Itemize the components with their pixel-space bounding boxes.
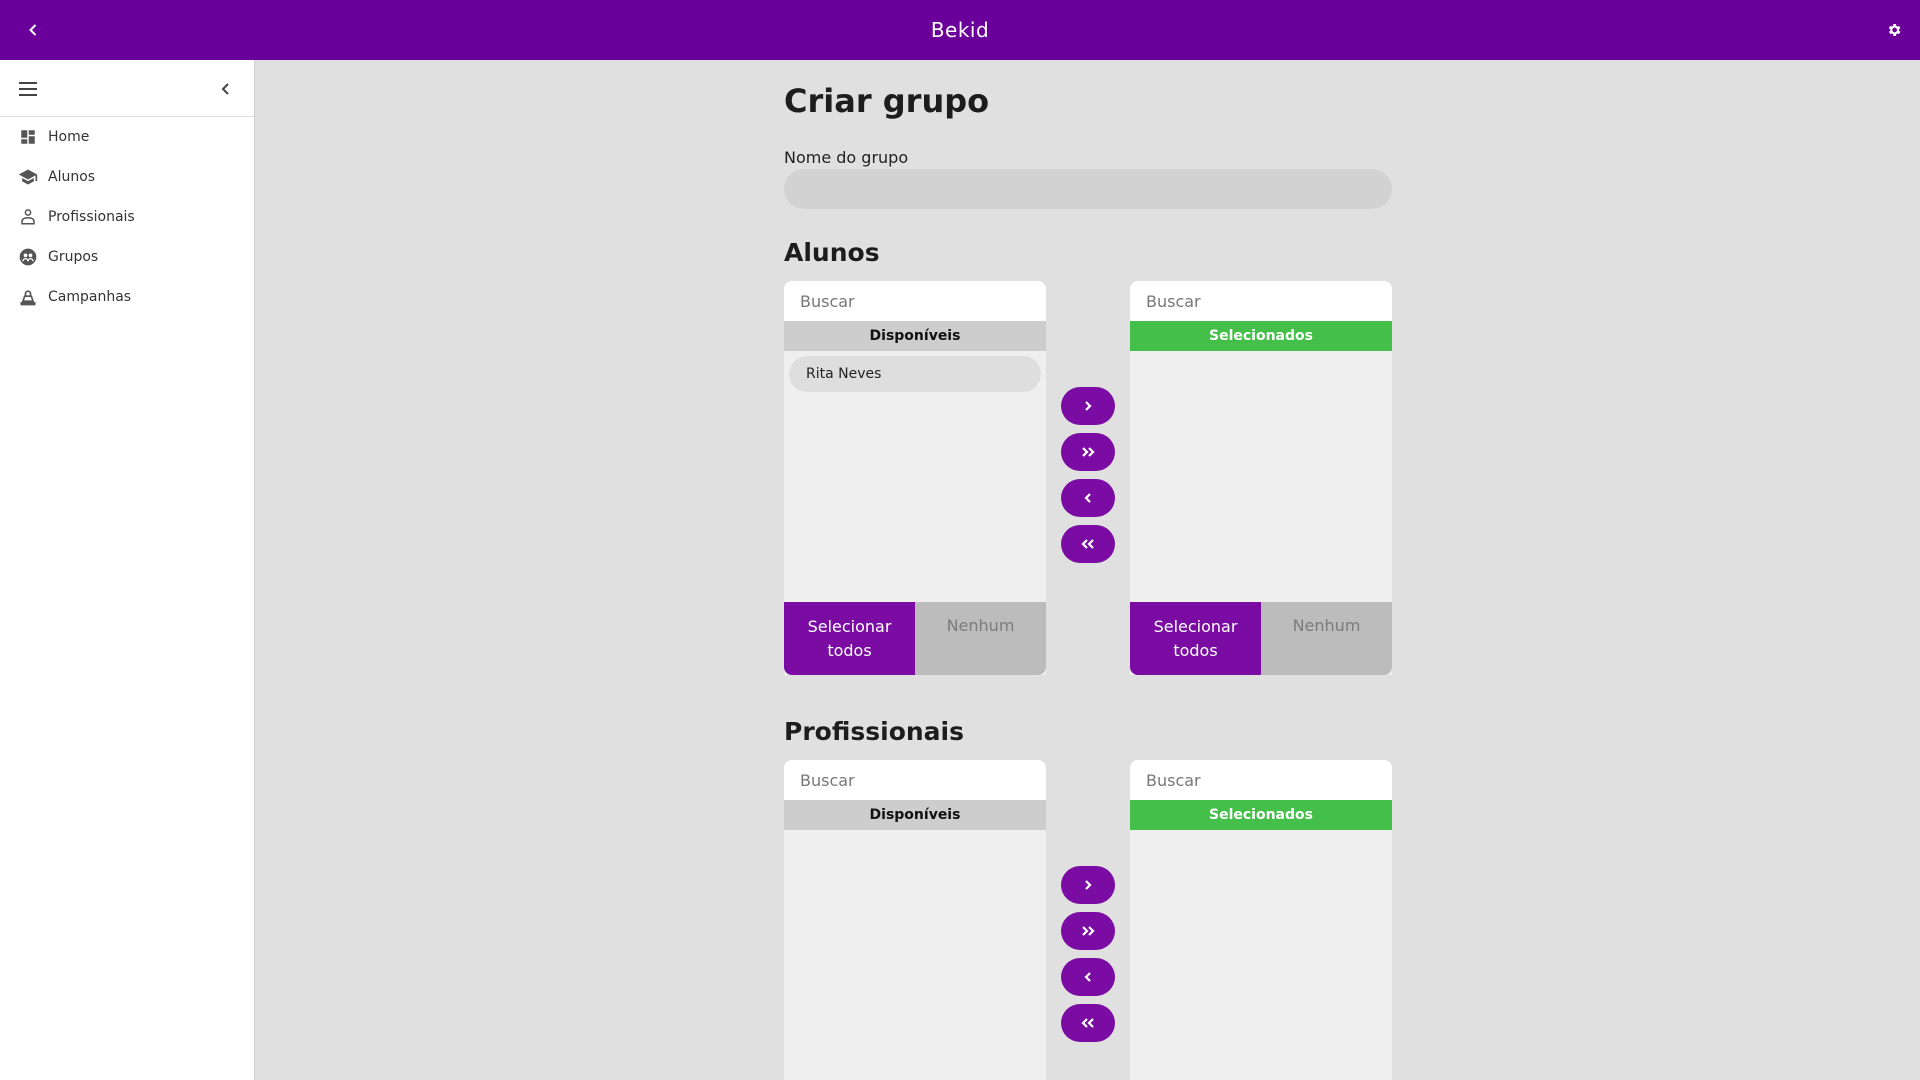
select-none-button[interactable]: Nenhum — [915, 602, 1046, 675]
campaign-icon — [18, 287, 38, 307]
list-footer: Selecionar todos Nenhum — [1130, 602, 1392, 675]
move-right-button[interactable] — [1061, 866, 1115, 904]
available-items — [784, 830, 1046, 840]
selected-items — [1130, 351, 1392, 361]
sidebar-item-label: Grupos — [48, 249, 99, 265]
available-items: Rita Neves — [784, 351, 1046, 397]
profissionais-selected-search-input[interactable] — [1130, 760, 1392, 800]
profissionais-available-search-input[interactable] — [784, 760, 1046, 800]
profissionais-selected-list: Selecionados — [1130, 760, 1392, 1080]
double-chevron-right-icon — [1082, 926, 1095, 936]
move-all-right-button[interactable] — [1061, 912, 1115, 950]
move-all-left-button[interactable] — [1061, 1004, 1115, 1042]
group-name-label: Nome do grupo — [784, 148, 909, 167]
move-right-button[interactable] — [1061, 387, 1115, 425]
available-header: Disponíveis — [784, 321, 1046, 351]
section-title-alunos: Alunos — [784, 238, 880, 267]
chevron-left-icon — [1084, 972, 1091, 982]
double-chevron-left-icon — [1081, 1018, 1094, 1028]
double-chevron-right-icon — [1082, 447, 1095, 457]
section-title-profissionais: Profissionais — [784, 717, 964, 746]
gear-icon[interactable] — [1882, 18, 1906, 42]
chevron-right-icon — [1085, 401, 1092, 411]
alunos-selected-list: Selecionados Selecionar todos Nenhum — [1130, 281, 1392, 675]
app-title: Bekid — [930, 18, 990, 42]
profissionais-available-list: Disponíveis — [784, 760, 1046, 1080]
back-icon[interactable] — [18, 15, 48, 45]
sidebar-header — [0, 60, 254, 117]
sidebar-item-label: Profissionais — [48, 209, 135, 225]
sidebar-item-label: Alunos — [48, 169, 96, 185]
sidebar: Home Alunos Profissionais Grupos Campanh… — [0, 60, 255, 1080]
page-title: Criar grupo — [784, 82, 990, 120]
select-all-button[interactable]: Selecionar todos — [784, 602, 915, 675]
chevron-left-icon[interactable] — [214, 77, 238, 101]
move-left-button[interactable] — [1061, 958, 1115, 996]
double-chevron-left-icon — [1081, 539, 1094, 549]
selected-header: Selecionados — [1130, 800, 1392, 830]
select-none-button[interactable]: Nenhum — [1261, 602, 1392, 675]
sidebar-item-campanhas[interactable]: Campanhas — [0, 277, 254, 317]
sidebar-item-profissionais[interactable]: Profissionais — [0, 197, 254, 237]
alunos-available-search-input[interactable] — [784, 281, 1046, 321]
list-footer: Selecionar todos Nenhum — [784, 602, 1046, 675]
move-all-right-button[interactable] — [1061, 433, 1115, 471]
sidebar-nav: Home Alunos Profissionais Grupos Campanh… — [0, 117, 254, 317]
sidebar-item-home[interactable]: Home — [0, 117, 254, 157]
move-left-button[interactable] — [1061, 479, 1115, 517]
selected-items — [1130, 830, 1392, 840]
alunos-transfer-controls — [1061, 387, 1115, 571]
dashboard-icon — [18, 127, 38, 147]
menu-icon[interactable] — [16, 77, 40, 101]
alunos-available-list: Disponíveis Rita Neves Selecionar todos … — [784, 281, 1046, 675]
alunos-selected-search-input[interactable] — [1130, 281, 1392, 321]
chevron-left-icon — [1084, 493, 1091, 503]
sidebar-item-label: Campanhas — [48, 289, 132, 305]
group-name-input[interactable] — [784, 169, 1392, 209]
profissionais-transfer-controls — [1061, 866, 1115, 1050]
sidebar-item-label: Home — [48, 129, 90, 145]
top-app-bar: Bekid — [0, 0, 1920, 60]
selected-header: Selecionados — [1130, 321, 1392, 351]
sidebar-item-alunos[interactable]: Alunos — [0, 157, 254, 197]
groups-icon — [18, 247, 38, 267]
available-header: Disponíveis — [784, 800, 1046, 830]
move-all-left-button[interactable] — [1061, 525, 1115, 563]
select-all-button[interactable]: Selecionar todos — [1130, 602, 1261, 675]
professional-icon — [18, 207, 38, 227]
chevron-right-icon — [1085, 880, 1092, 890]
sidebar-item-grupos[interactable]: Grupos — [0, 237, 254, 277]
list-item[interactable]: Rita Neves — [789, 356, 1041, 392]
school-icon — [18, 167, 38, 187]
